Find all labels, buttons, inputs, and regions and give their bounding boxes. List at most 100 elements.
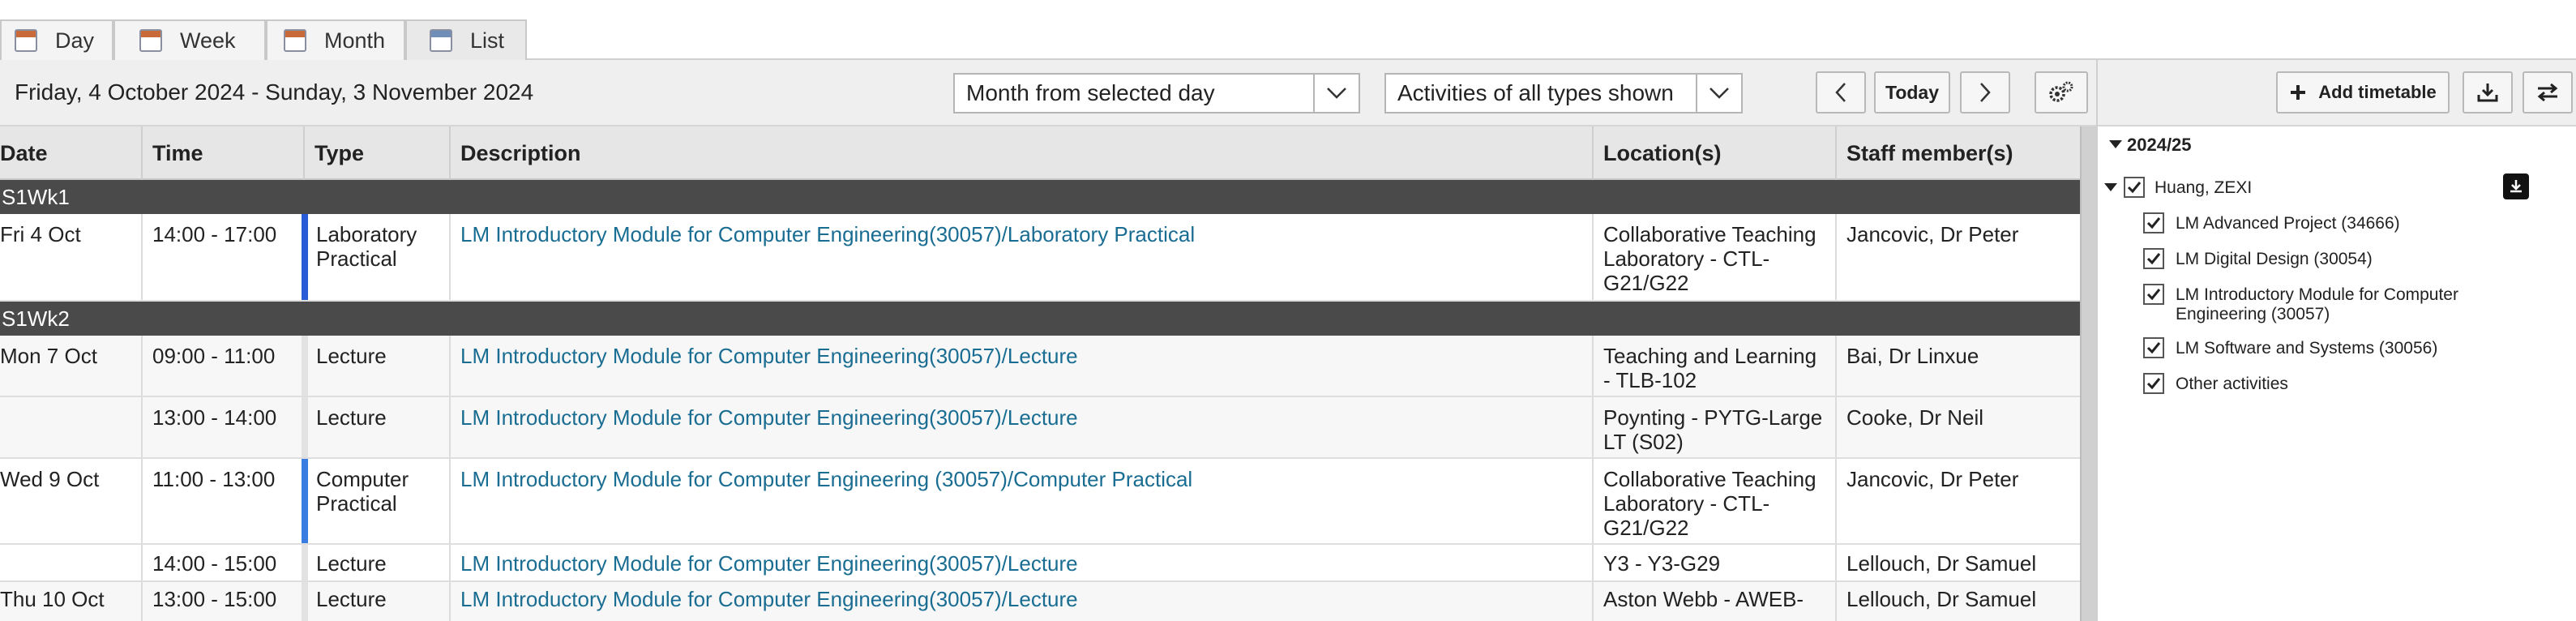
staff-cell: Lellouch, Dr Samuel xyxy=(1846,587,2037,611)
chevron-right-icon xyxy=(1980,83,1991,102)
time-cell: 09:00 - 11:00 xyxy=(143,336,305,396)
time-cell: 13:00 - 14:00 xyxy=(143,397,305,457)
staff-cell: Lellouch, Dr Samuel xyxy=(1846,551,2037,576)
module-label: LM Introductory Module for Computer Engi… xyxy=(2176,285,2458,323)
toolbar: Friday, 4 October 2024 - Sunday, 3 Novem… xyxy=(0,60,2096,126)
column-header-date[interactable]: Date xyxy=(0,126,143,180)
time-cell: 14:00 - 17:00 xyxy=(143,214,305,300)
module-checkbox[interactable] xyxy=(2143,212,2164,233)
staff-cell: Bai, Dr Linxue xyxy=(1846,344,1979,368)
tab-month[interactable]: Month xyxy=(266,19,405,60)
person-expand-icon[interactable] xyxy=(2104,183,2117,191)
time-cell: 14:00 - 15:00 xyxy=(143,545,305,580)
module-label: LM Software and Systems (30056) xyxy=(2176,339,2438,358)
type-cell: Lecture xyxy=(305,336,451,396)
description-cell: LM Introductory Module for Computer Engi… xyxy=(451,214,1594,300)
type-cell: Laboratory Practical xyxy=(305,214,451,300)
date-cell: Fri 4 Oct xyxy=(0,214,143,300)
next-button[interactable] xyxy=(1960,71,2010,113)
description-cell: LM Introductory Module for Computer Engi… xyxy=(451,582,1594,621)
module-checkbox[interactable] xyxy=(2143,373,2164,394)
column-header-time[interactable]: Time xyxy=(143,126,305,180)
tab-list-label: List xyxy=(470,28,505,53)
person-name: Huang, ZEXI xyxy=(2155,178,2253,197)
description-cell: LM Introductory Module for Computer Engi… xyxy=(451,545,1594,580)
today-button[interactable]: Today xyxy=(1874,71,1950,113)
column-header-staff[interactable]: Staff member(s) xyxy=(1837,126,2080,180)
chevron-down-icon xyxy=(1313,75,1359,112)
location-cell: Poynting - PYTG-Large LT (S02) xyxy=(1594,397,1837,457)
calendar-week-icon xyxy=(139,29,162,52)
person-checkbox[interactable] xyxy=(2124,177,2145,198)
type-cell: Lecture xyxy=(305,545,451,580)
date-cell: Wed 9 Oct xyxy=(0,459,143,543)
activity-link[interactable]: LM Introductory Module for Computer Engi… xyxy=(460,405,1078,430)
activity-link[interactable]: LM Introductory Module for Computer Engi… xyxy=(460,551,1078,576)
staff-cell: Jancovic, Dr Peter xyxy=(1846,222,2019,246)
panel-toolbar: Add timetable xyxy=(2098,60,2576,126)
type-cell: Lecture xyxy=(305,582,451,621)
table-row[interactable]: Wed 9 Oct 11:00 - 13:00 Computer Practic… xyxy=(0,459,2080,545)
date-cell xyxy=(0,397,143,457)
column-header-locations[interactable]: Location(s) xyxy=(1594,126,1837,180)
date-cell xyxy=(0,545,143,580)
module-checkbox[interactable] xyxy=(2143,248,2164,269)
chevron-left-icon xyxy=(1835,83,1846,102)
table-row[interactable]: Thu 10 Oct 13:00 - 15:00 Lecture LM Intr… xyxy=(0,582,2080,621)
chevron-down-icon xyxy=(1696,75,1741,112)
date-range-label: Friday, 4 October 2024 - Sunday, 3 Novem… xyxy=(15,79,534,105)
table-scrollbar[interactable] xyxy=(2080,126,2096,621)
activity-list-table: Date Time Type Description Location(s) S… xyxy=(0,126,2080,621)
period-select[interactable]: Month from selected day xyxy=(953,73,1360,113)
type-select[interactable]: Activities of all types shown xyxy=(1384,73,1743,113)
week-header: S1Wk1 xyxy=(0,180,2080,214)
swap-button[interactable] xyxy=(2523,71,2573,113)
location-cell: Collaborative Teaching Laboratory - CTL-… xyxy=(1594,214,1837,300)
date-cell: Mon 7 Oct xyxy=(0,336,143,396)
module-label: Other activities xyxy=(2176,375,2288,393)
table-row[interactable]: 13:00 - 14:00 Lecture LM Introductory Mo… xyxy=(0,397,2080,459)
time-cell: 11:00 - 13:00 xyxy=(143,459,305,543)
staff-cell: Jancovic, Dr Peter xyxy=(1846,467,2019,491)
gears-icon xyxy=(2049,81,2073,102)
time-cell: 13:00 - 15:00 xyxy=(143,582,305,621)
previous-button[interactable] xyxy=(1816,71,1866,113)
activity-link[interactable]: LM Introductory Module for Computer Engi… xyxy=(460,467,1192,491)
download-person-icon[interactable] xyxy=(2503,173,2529,199)
plus-icon xyxy=(2291,85,2306,100)
column-header-type[interactable]: Type xyxy=(305,126,451,180)
module-checkbox[interactable] xyxy=(2143,284,2164,305)
tab-month-label: Month xyxy=(324,28,386,53)
period-select-value: Month from selected day xyxy=(966,80,1215,105)
module-label: LM Digital Design (30054) xyxy=(2176,250,2373,268)
activity-link[interactable]: LM Introductory Module for Computer Engi… xyxy=(460,344,1078,368)
activity-link[interactable]: LM Introductory Module for Computer Engi… xyxy=(460,222,1195,246)
tab-list[interactable]: List xyxy=(405,19,527,60)
description-cell: LM Introductory Module for Computer Engi… xyxy=(451,459,1594,543)
add-timetable-button[interactable]: Add timetable xyxy=(2276,71,2450,113)
tab-week[interactable]: Week xyxy=(113,19,266,60)
activity-link[interactable]: LM Introductory Module for Computer Engi… xyxy=(460,587,1078,611)
type-select-value: Activities of all types shown xyxy=(1397,80,1674,105)
type-cell: Computer Practical xyxy=(305,459,451,543)
timetable-panel: Add timetable 2024/25 Huang, ZEXI LM Adv… xyxy=(2096,60,2576,621)
table-header: Date Time Type Description Location(s) S… xyxy=(0,126,2080,180)
calendar-month-icon xyxy=(284,29,306,52)
settings-button[interactable] xyxy=(2035,71,2088,113)
tab-day[interactable]: Day xyxy=(0,19,113,60)
column-header-description[interactable]: Description xyxy=(451,126,1594,180)
list-icon xyxy=(430,29,452,52)
calendar-day-icon xyxy=(15,29,37,52)
download-button[interactable] xyxy=(2463,71,2513,113)
description-cell: LM Introductory Module for Computer Engi… xyxy=(451,397,1594,457)
table-row[interactable]: Mon 7 Oct 09:00 - 11:00 Lecture LM Intro… xyxy=(0,336,2080,397)
table-row[interactable]: 14:00 - 15:00 Lecture LM Introductory Mo… xyxy=(0,545,2080,582)
tab-day-label: Day xyxy=(55,28,95,53)
module-checkbox[interactable] xyxy=(2143,337,2164,358)
year-expand-icon[interactable] xyxy=(2109,140,2122,148)
module-label: LM Advanced Project (34666) xyxy=(2176,214,2400,233)
type-cell: Lecture xyxy=(305,397,451,457)
download-icon xyxy=(2477,84,2498,102)
academic-year: 2024/25 xyxy=(2127,135,2192,155)
table-row[interactable]: Fri 4 Oct 14:00 - 17:00 Laboratory Pract… xyxy=(0,214,2080,302)
